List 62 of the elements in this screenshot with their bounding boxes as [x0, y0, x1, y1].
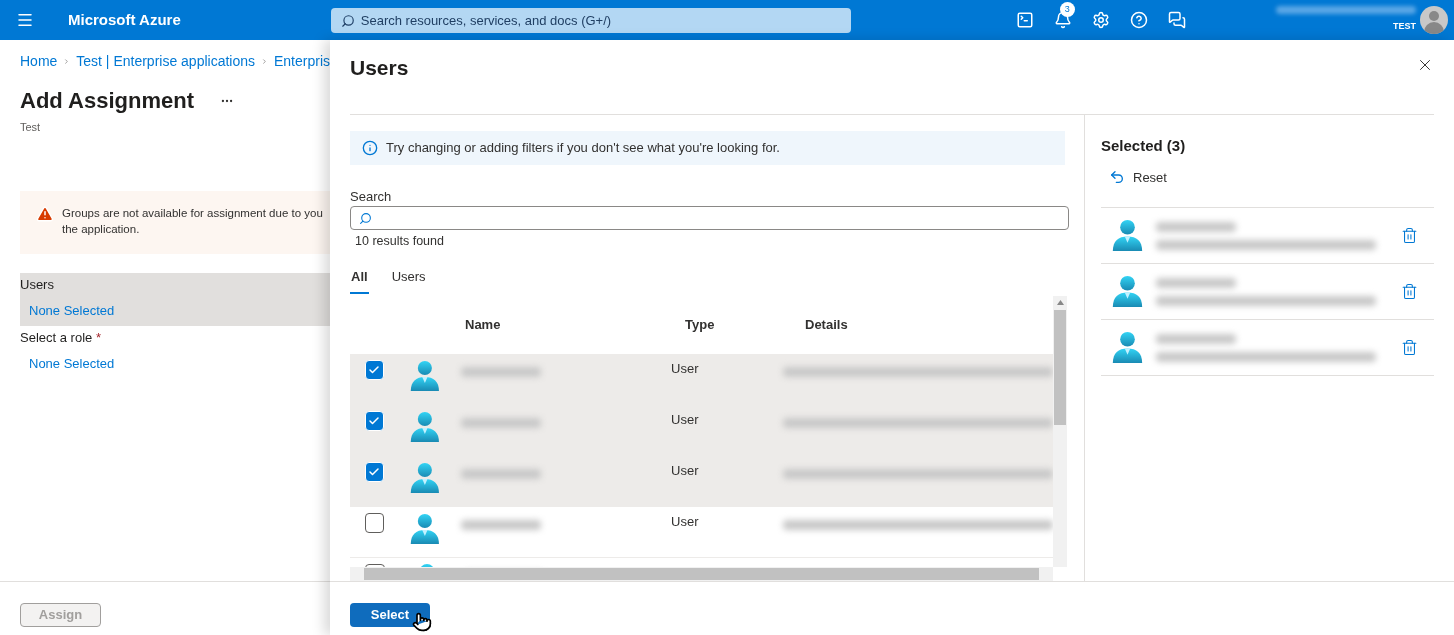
select-button[interactable]: Select — [350, 602, 430, 627]
column-header[interactable]: Type — [685, 315, 805, 335]
terminal-icon[interactable] — [1015, 11, 1034, 29]
person-icon — [408, 359, 441, 394]
breadcrumb-link[interactable]: Home — [20, 51, 58, 72]
table-row[interactable]: User — [350, 405, 1053, 457]
tab[interactable]: Users — [390, 266, 427, 295]
trash-icon[interactable] — [1401, 283, 1418, 300]
info-icon — [362, 139, 378, 156]
notification-badge: 3 — [1059, 2, 1075, 17]
table-cell-text: User — [671, 462, 700, 481]
breadcrumb-link[interactable]: Test | Enterprise applications — [76, 51, 256, 72]
reset-button[interactable]: Reset — [1109, 167, 1434, 187]
field-value-link[interactable]: None Selected — [20, 296, 330, 326]
search-input[interactable] — [350, 206, 1069, 230]
chat-bubble-icon[interactable] — [1167, 11, 1186, 29]
table-row[interactable]: User — [350, 354, 1053, 406]
search-field[interactable]: Search resources, services, and docs (G+/) — [330, 7, 851, 33]
avatar-icon[interactable] — [1420, 6, 1448, 34]
field-value-link[interactable]: None Selected — [20, 349, 330, 379]
person-icon — [408, 512, 441, 547]
page-subtitle: Test — [20, 120, 42, 135]
search-icon — [340, 13, 355, 28]
help-icon[interactable] — [1129, 11, 1148, 29]
settings-icon[interactable] — [1091, 11, 1110, 29]
breadcrumb-link[interactable]: Enterpris — [273, 51, 330, 72]
warning-icon — [36, 204, 54, 223]
trash-icon[interactable] — [1401, 339, 1418, 356]
warning-text: the application. — [62, 221, 141, 237]
table-cell-text: User — [671, 513, 700, 532]
field-label: Users — [20, 275, 55, 294]
table-cell-text: User — [671, 411, 700, 430]
person-icon — [1111, 274, 1144, 309]
page-title: Add Assignment — [20, 87, 194, 115]
panel-title: Users — [350, 55, 409, 81]
account-label: TEST — [1393, 20, 1416, 34]
warning-text: Groups are not available for assignment due to you — [62, 205, 323, 221]
person-icon — [408, 461, 441, 496]
search-label: Search — [350, 187, 393, 206]
undo-icon — [1109, 169, 1125, 186]
trash-icon[interactable] — [1401, 227, 1418, 244]
table-cell-text: User — [671, 360, 700, 379]
column-header[interactable]: Name — [465, 315, 685, 335]
results-count: 10 results found — [355, 232, 445, 250]
bell-icon[interactable] — [1053, 11, 1072, 29]
row-checkbox[interactable] — [365, 513, 384, 534]
person-icon — [1111, 330, 1144, 365]
app-name[interactable]: Microsoft Azure — [68, 8, 181, 32]
info-text: Try changing or adding filters if you don't see what you're looking for. — [386, 139, 780, 158]
horizontal-scrollbar[interactable] — [350, 567, 1053, 581]
person-icon — [1111, 218, 1144, 253]
hand-cursor-icon — [412, 612, 432, 632]
tab[interactable]: All — [350, 266, 369, 295]
vertical-scrollbar[interactable] — [1053, 296, 1067, 567]
person-icon — [408, 410, 441, 445]
field-label: Select a role * — [20, 328, 102, 347]
column-header[interactable]: Details — [805, 315, 848, 335]
menu-icon[interactable] — [16, 11, 34, 29]
scroll-up-arrow-icon[interactable] — [1056, 300, 1064, 306]
search-icon — [359, 211, 372, 225]
table-row[interactable]: User — [350, 456, 1053, 508]
selected-heading: Selected (3) — [1101, 136, 1187, 156]
